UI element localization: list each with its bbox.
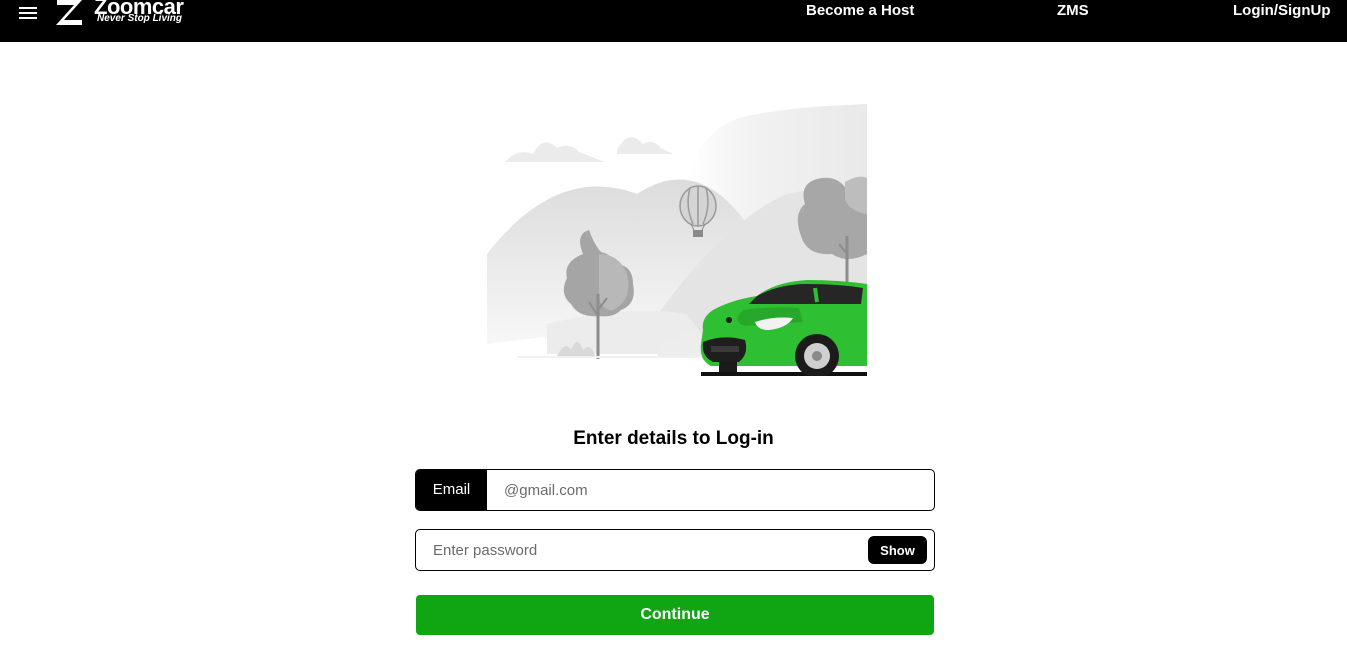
continue-button[interactable]: Continue [416,595,934,635]
zms-link[interactable]: ZMS [1057,2,1089,19]
email-field-group: Email [415,469,935,511]
email-label: Email [416,470,487,510]
email-input[interactable] [504,470,924,510]
login-heading: Enter details to Log-in [573,428,774,449]
show-password-button[interactable]: Show [868,536,927,564]
top-navigation-bar: Zoomcar Never Stop Living Become a Host … [0,0,1347,42]
password-field-group: Show [415,529,935,571]
brand-tagline: Never Stop Living [97,13,183,24]
hero-illustration [487,104,867,378]
password-input[interactable] [433,530,853,570]
become-host-link[interactable]: Become a Host [806,2,914,19]
login-signup-link[interactable]: Login/SignUp [1233,2,1330,19]
hamburger-menu-icon[interactable] [18,4,38,22]
zoomcar-logo-icon [56,0,82,25]
car-landscape-illustration [487,104,867,378]
zoomcar-logo[interactable]: Zoomcar Never Stop Living [54,0,194,28]
